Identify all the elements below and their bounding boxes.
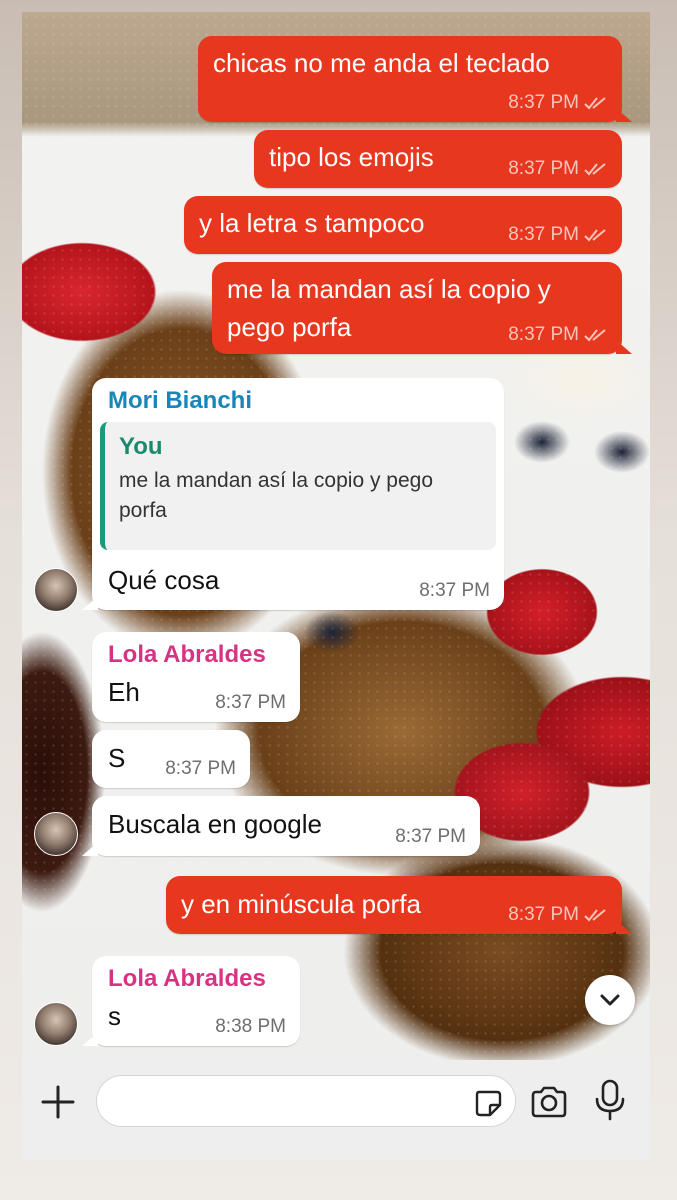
sticker-icon[interactable]	[473, 1088, 503, 1118]
message-meta: 8:37 PM	[508, 224, 608, 246]
message-time: 8:38 PM	[215, 1016, 286, 1037]
outgoing-message[interactable]: chicas no me anda el teclado 8:37 PM	[198, 36, 632, 122]
outgoing-message[interactable]: me la mandan así la copio y pego porfa 8…	[212, 262, 632, 354]
message-text: Qué cosa	[108, 565, 220, 595]
message-text: Buscala en google	[108, 809, 322, 839]
avatar[interactable]	[34, 568, 78, 612]
bubble-tail	[82, 1032, 98, 1046]
message-time: 8:37 PM	[395, 826, 466, 847]
chat-screen: chicas no me anda el teclado 8:37 PM tip…	[22, 12, 650, 1160]
outgoing-message[interactable]: tipo los emojis 8:37 PM	[254, 130, 622, 188]
read-ticks-icon	[584, 909, 606, 922]
message-meta: 8:38 PM	[215, 1016, 286, 1038]
message-meta: 8:37 PM	[508, 92, 608, 114]
bubble-tail	[616, 108, 632, 122]
quoted-reply[interactable]: You me la mandan así la copio y pego por…	[100, 422, 496, 550]
message-meta: 8:37 PM	[508, 158, 608, 180]
read-ticks-icon	[584, 163, 606, 176]
quote-author: You	[119, 433, 163, 460]
message-time: 8:37 PM	[508, 158, 579, 179]
read-ticks-icon	[584, 97, 606, 110]
story-frame: chicas no me anda el teclado 8:37 PM tip…	[0, 0, 677, 1200]
message-text: tipo los emojis	[269, 142, 434, 172]
message-time: 8:37 PM	[508, 224, 579, 245]
microphone-icon[interactable]	[592, 1078, 628, 1122]
plus-icon[interactable]	[38, 1082, 78, 1122]
message-meta: 8:37 PM	[419, 580, 490, 602]
message-input-box[interactable]	[96, 1075, 516, 1127]
bubble-tail	[82, 842, 98, 856]
camera-icon[interactable]	[529, 1082, 569, 1122]
message-text: Eh	[108, 677, 140, 707]
outgoing-message[interactable]: y la letra s tampoco 8:37 PM	[184, 196, 622, 254]
read-ticks-icon	[584, 229, 606, 242]
message-text: me la mandan así la copio y pego porfa	[227, 274, 551, 342]
message-time: 8:37 PM	[508, 92, 579, 113]
bubble-tail	[82, 596, 98, 610]
message-text: y en minúscula porfa	[181, 889, 421, 919]
message-time: 8:37 PM	[165, 758, 236, 779]
bubble-tail	[616, 920, 632, 934]
composer-bar	[22, 1060, 650, 1160]
incoming-message[interactable]: S 8:37 PM	[92, 730, 250, 788]
message-time: 8:37 PM	[419, 580, 490, 601]
avatar[interactable]	[34, 812, 78, 856]
message-time: 8:37 PM	[215, 692, 286, 713]
chevron-down-icon	[600, 994, 620, 1006]
sender-name: Lola Abraldes	[108, 641, 266, 668]
message-input[interactable]	[115, 1076, 475, 1126]
message-text: s	[108, 1001, 121, 1031]
outgoing-message[interactable]: y en minúscula porfa 8:37 PM	[166, 876, 632, 934]
incoming-message[interactable]: Lola Abraldes s 8:38 PM	[82, 956, 300, 1046]
bubble-tail	[616, 340, 632, 354]
incoming-message[interactable]: Lola Abraldes Eh 8:37 PM	[92, 632, 300, 722]
incoming-message[interactable]: Mori Bianchi You me la mandan así la cop…	[82, 378, 504, 610]
message-text: S	[108, 743, 126, 773]
message-meta: 8:37 PM	[215, 692, 286, 714]
message-meta: 8:37 PM	[508, 904, 608, 926]
quote-text: me la mandan así la copio y pego porfa	[119, 469, 434, 522]
incoming-message[interactable]: Buscala en google 8:37 PM	[82, 796, 480, 856]
message-text: y la letra s tampoco	[199, 208, 425, 238]
message-time: 8:37 PM	[508, 324, 579, 345]
avatar[interactable]	[34, 1002, 78, 1046]
message-time: 8:37 PM	[508, 904, 579, 925]
message-meta: 8:37 PM	[508, 324, 608, 346]
message-meta: 8:37 PM	[395, 826, 466, 848]
scroll-to-bottom-button[interactable]	[585, 975, 635, 1025]
message-text: chicas no me anda el teclado	[213, 48, 550, 78]
sender-name: Lola Abraldes	[108, 965, 266, 992]
sender-name: Mori Bianchi	[108, 387, 253, 414]
message-meta: 8:37 PM	[165, 758, 236, 780]
read-ticks-icon	[584, 329, 606, 342]
